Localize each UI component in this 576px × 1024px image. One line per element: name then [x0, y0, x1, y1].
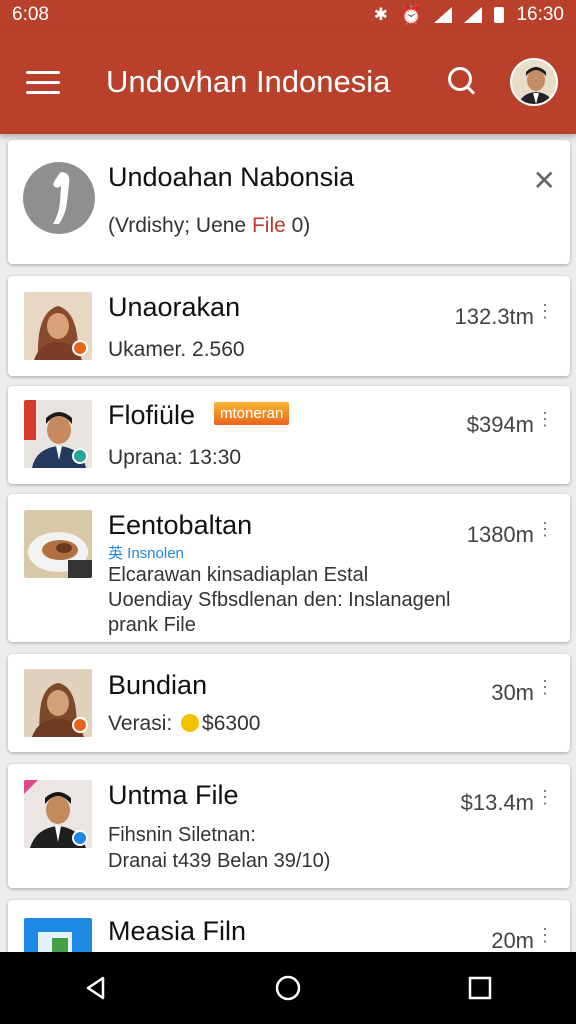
navigation-bar — [0, 952, 576, 1024]
signal-icon — [464, 7, 483, 23]
item-tag: 英 Insnolen — [108, 545, 184, 562]
status-badge — [72, 448, 88, 464]
status-badge — [72, 340, 88, 356]
more-options-icon[interactable]: ⋮ — [536, 926, 554, 944]
item-meta: 30m — [491, 680, 534, 705]
item-meta: $13.4m — [460, 790, 534, 815]
profile-avatar[interactable] — [510, 58, 558, 106]
app-title: Undovhan Indonesia — [106, 64, 391, 99]
top-card-sub-prefix: (Vrdishy; Uene — [108, 214, 252, 237]
list-item[interactable]: Flofiüle mtoneran Uprana: 13:30 $394m ⋮ — [8, 386, 570, 484]
item-title: Unaorakan — [108, 292, 241, 322]
item-title: Measia Filn — [108, 916, 247, 946]
coin-icon — [181, 714, 200, 732]
more-options-icon[interactable]: ⋮ — [536, 302, 554, 320]
item-meta: 132.3tm — [454, 304, 535, 329]
top-card-subtitle: (Vrdishy; Uene File 0) — [108, 214, 310, 238]
status-badge — [72, 830, 88, 846]
more-options-icon[interactable]: ⋮ — [536, 410, 554, 428]
close-icon[interactable]: ✕ — [533, 164, 556, 197]
item-tag: mtoneran — [214, 402, 290, 425]
item-subtitle: Uprana: 13:30 — [108, 446, 242, 469]
list-item[interactable]: Untma File Fihsnin Siletnan: Dranai t439… — [8, 764, 570, 888]
top-card-sub-file: File — [251, 214, 286, 237]
item-desc-line: Elcarawan kinsadiaplan Estal — [108, 564, 369, 586]
search-icon[interactable] — [446, 65, 480, 99]
item-desc-line: Fihsnin Siletnan: — [108, 824, 256, 846]
item-title: Untma File — [108, 780, 239, 810]
item-title: Flofiüle — [108, 400, 196, 430]
status-time-left: 6:08 — [12, 4, 49, 25]
list-item[interactable]: Bundian Verasi: $6300 30m ⋮ — [8, 654, 570, 752]
bluetooth-icon: ✱ — [373, 5, 389, 24]
top-card-sub-suffix: 0) — [285, 214, 311, 237]
item-sub-value: $6300 — [202, 712, 261, 735]
more-options-icon[interactable]: ⋮ — [536, 520, 554, 538]
top-card-title: Undoahan Nabonsia — [108, 162, 355, 192]
app-bar: Undovhan Indonesia — [0, 30, 576, 134]
item-desc-line: Uoendiay Sfbsdlenan den: Inslanagenl — [108, 589, 451, 611]
status-time-right: 16:30 — [516, 4, 564, 25]
item-title: Eentobaltan — [108, 510, 253, 540]
item-subtitle: Ukamer. 2.560 — [108, 338, 245, 361]
item-thumbnail — [24, 510, 92, 578]
item-desc-line: prank File — [108, 614, 196, 636]
item-subtitle: Verasi: $6300 — [108, 712, 260, 736]
status-badge — [72, 717, 88, 733]
item-meta: $394m — [466, 412, 534, 437]
recents-icon[interactable] — [460, 968, 500, 1008]
battery-icon — [494, 7, 505, 23]
item-sub-prefix: Verasi: — [108, 712, 179, 735]
item-meta: 20m — [491, 928, 534, 953]
back-icon[interactable] — [76, 968, 116, 1008]
menu-icon[interactable] — [26, 70, 60, 94]
item-title: Bundian — [108, 670, 208, 700]
list-item[interactable]: Eentobaltan 英 Insnolen Elcarawan kinsadi… — [8, 494, 570, 642]
wifi-icon — [434, 7, 453, 23]
item-meta: 1380m — [466, 522, 534, 547]
more-options-icon[interactable]: ⋮ — [536, 678, 554, 696]
more-options-icon[interactable]: ⋮ — [536, 788, 554, 806]
item-desc-line: Dranai t439 Belan 39/10) — [108, 850, 331, 872]
list-item[interactable]: Unaorakan Ukamer. 2.560 132.3tm ⋮ — [8, 276, 570, 376]
home-icon[interactable] — [268, 968, 308, 1008]
top-card[interactable]: Undoahan Nabonsia (Vrdishy; Uene File 0)… — [8, 140, 570, 264]
alarm-icon: ⏰ — [400, 4, 423, 25]
status-bar: 6:08 ✱ ⏰ 16:30 — [0, 0, 576, 30]
app-logo-icon — [23, 162, 95, 234]
